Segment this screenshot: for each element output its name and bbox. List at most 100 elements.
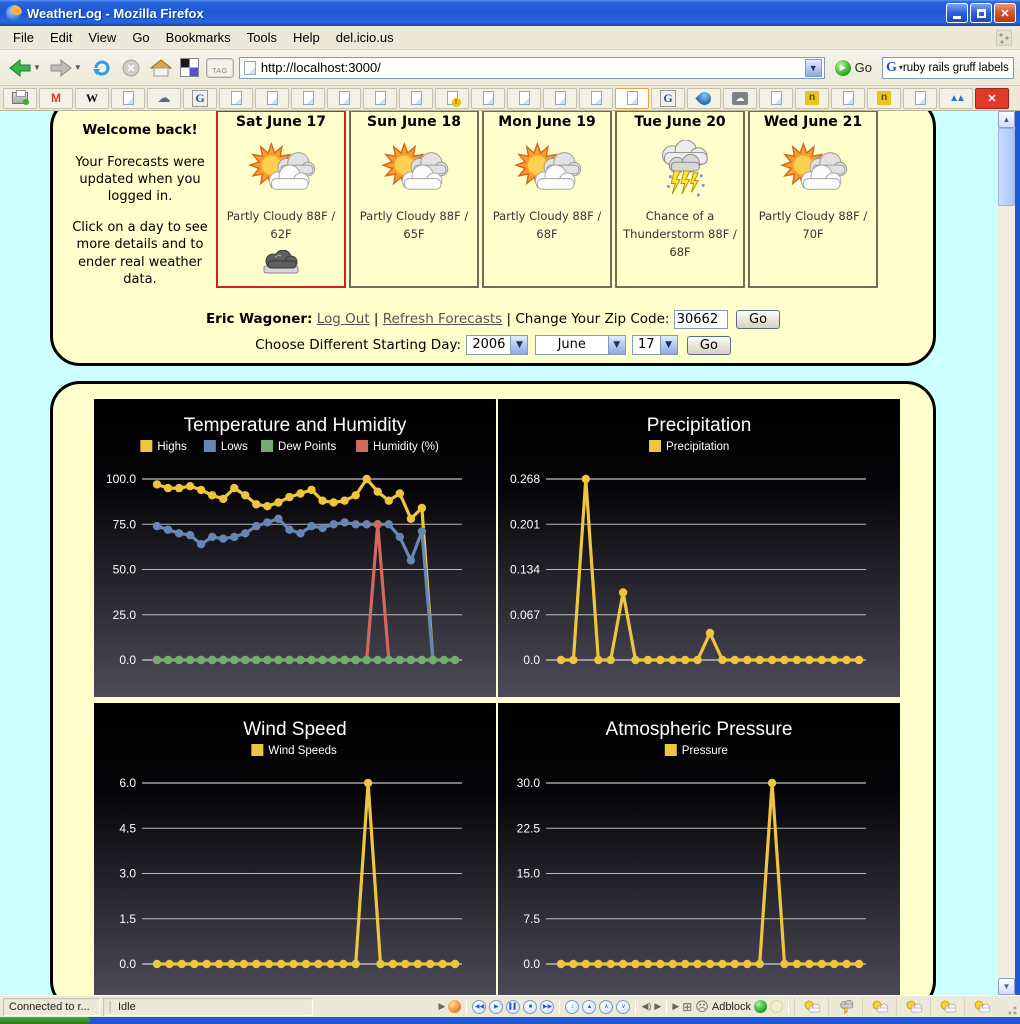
- scroll-down-button[interactable]: ▼: [998, 978, 1015, 995]
- maximize-button[interactable]: [970, 3, 992, 23]
- bookmark-drupal[interactable]: [687, 88, 721, 109]
- logout-link[interactable]: Log Out: [317, 311, 370, 327]
- search-input[interactable]: [903, 62, 1010, 74]
- extension-checker-button[interactable]: [178, 53, 201, 83]
- day-card-sun-june-18[interactable]: Sun June 18 Partly Cloudy 88F / 65F: [349, 111, 479, 288]
- bookmark-google[interactable]: G: [183, 88, 217, 109]
- collapse-icon[interactable]: ∧: [599, 1000, 613, 1014]
- volume-icon[interactable]: ◀): [641, 1001, 651, 1012]
- start-day-go-button[interactable]: Go: [687, 336, 731, 355]
- media-prev-button[interactable]: ◀◀: [472, 1000, 486, 1014]
- bookmark-mountains[interactable]: ▲▲: [939, 88, 973, 109]
- adblock-status-icon[interactable]: [754, 1000, 767, 1013]
- zip-code-input[interactable]: [674, 310, 728, 329]
- stop-button[interactable]: ✕: [118, 53, 144, 83]
- media-pause-button[interactable]: ▌▌: [506, 1000, 520, 1014]
- eject-icon[interactable]: ▲: [582, 1000, 596, 1014]
- media-next-button[interactable]: ▶▶: [540, 1000, 554, 1014]
- vertical-scrollbar[interactable]: ▲ ▼: [998, 111, 1015, 995]
- bookmark-page[interactable]: [111, 88, 145, 109]
- bookmark-page[interactable]: [507, 88, 541, 109]
- volume-expand-icon[interactable]: ▶: [654, 1001, 661, 1012]
- day-card-wed-june-21[interactable]: Wed June 21 Partly Cloudy 88F / 70F: [748, 111, 878, 288]
- forward-dropdown-icon[interactable]: ▼: [74, 63, 82, 72]
- bookmark-page[interactable]: [219, 88, 253, 109]
- minimize-button[interactable]: [946, 3, 968, 23]
- forecastfox-partly-cloudy[interactable]: [930, 998, 964, 1016]
- google-icon: G: [660, 90, 675, 107]
- scroll-thumb[interactable]: [998, 128, 1015, 206]
- svg-text:0.268: 0.268: [510, 472, 540, 486]
- foxytunes-expand-icon[interactable]: ▶: [439, 1001, 446, 1012]
- bookmark-page[interactable]: [579, 88, 613, 109]
- menu-file[interactable]: File: [6, 27, 41, 48]
- day-card-sat-june-17[interactable]: Sat June 17 Partly Cloudy 88F / 62F: [216, 111, 346, 288]
- bookmark-page[interactable]: [471, 88, 505, 109]
- playlist-icon[interactable]: ♪: [565, 1000, 579, 1014]
- back-dropdown-icon[interactable]: ▼: [33, 63, 41, 72]
- bookmark-gmail[interactable]: M: [39, 88, 73, 109]
- bookmark-cloud[interactable]: ☁: [147, 88, 181, 109]
- close-button[interactable]: ✕: [994, 3, 1016, 23]
- bookmark-n-badge[interactable]: n: [867, 88, 901, 109]
- search-box[interactable]: G ▾: [882, 57, 1014, 79]
- bookmark-page-badge[interactable]: [435, 88, 469, 109]
- bookmark-wikipedia[interactable]: W: [75, 88, 109, 109]
- arrow-icon[interactable]: ▶: [672, 1001, 679, 1012]
- bookmark-selected-page[interactable]: [615, 88, 649, 109]
- delicious-tag-button[interactable]: TAG: [205, 53, 235, 83]
- refresh-forecasts-link[interactable]: Refresh Forecasts: [383, 311, 502, 327]
- bookmark-page[interactable]: [363, 88, 397, 109]
- menu-del-icio-us[interactable]: del.icio.us: [329, 27, 401, 48]
- day-card-tue-june-20[interactable]: Tue June 20 Chance of a Thunderstorm 88F…: [615, 111, 745, 288]
- forecastfox-partly-cloudy[interactable]: [964, 998, 998, 1016]
- menu-view[interactable]: View: [81, 27, 123, 48]
- bookmark-page[interactable]: [903, 88, 937, 109]
- reload-button[interactable]: [88, 53, 114, 83]
- error-console-icon[interactable]: ☹: [695, 999, 709, 1015]
- scroll-up-button[interactable]: ▲: [998, 111, 1015, 128]
- menu-tools[interactable]: Tools: [240, 27, 284, 48]
- home-button[interactable]: [148, 53, 174, 83]
- zip-go-button[interactable]: Go: [736, 310, 780, 329]
- bookmark-page[interactable]: [831, 88, 865, 109]
- bookmark-n-badge[interactable]: n: [795, 88, 829, 109]
- url-dropdown-icon[interactable]: ▼: [805, 59, 822, 77]
- day-card-mon-june-19[interactable]: Mon June 19 Partly Cloudy 88F / 68F: [482, 111, 612, 288]
- forecastfox-partly-cloudy[interactable]: [862, 998, 896, 1016]
- bookmark-page[interactable]: [327, 88, 361, 109]
- bookmark-close[interactable]: ✕: [975, 88, 1009, 109]
- bookmark-page[interactable]: [291, 88, 325, 109]
- address-bar[interactable]: ▼: [239, 57, 825, 79]
- menu-edit[interactable]: Edit: [43, 27, 79, 48]
- expand-icon[interactable]: ∨: [616, 1000, 630, 1014]
- window-panel-icon[interactable]: ⊞: [682, 1000, 692, 1014]
- bookmark-printer[interactable]: [3, 88, 37, 109]
- forecastfox-partly-cloudy[interactable]: [794, 998, 828, 1016]
- bookmark-page[interactable]: [399, 88, 433, 109]
- forecastfox-thunderstorm[interactable]: [828, 998, 862, 1016]
- forecastfox-partly-cloudy[interactable]: [896, 998, 930, 1016]
- bookmark-google[interactable]: G: [651, 88, 685, 109]
- foxytunes-logo-icon[interactable]: [448, 1000, 461, 1013]
- bookmark-page[interactable]: [255, 88, 289, 109]
- media-stop-button[interactable]: ■: [523, 1000, 537, 1014]
- forward-button[interactable]: ▼: [47, 53, 84, 83]
- adblock-label[interactable]: Adblock: [712, 1001, 751, 1013]
- media-play-button[interactable]: ▶: [489, 1000, 503, 1014]
- bookmark-page[interactable]: [543, 88, 577, 109]
- day-select[interactable]: 17▼: [632, 335, 678, 355]
- year-select[interactable]: 2006▼: [466, 335, 528, 355]
- menu-help[interactable]: Help: [286, 27, 327, 48]
- go-button[interactable]: ▶ Go: [829, 60, 878, 76]
- menu-go[interactable]: Go: [125, 27, 156, 48]
- bookmark-page[interactable]: [759, 88, 793, 109]
- menu-bookmarks[interactable]: Bookmarks: [159, 27, 238, 48]
- scroll-track[interactable]: [998, 128, 1015, 978]
- back-button[interactable]: ▼: [6, 53, 43, 83]
- bookmark-cloud-gray[interactable]: ☁: [723, 88, 757, 109]
- zip-label: Change Your Zip Code:: [515, 311, 669, 327]
- url-input[interactable]: [261, 60, 805, 75]
- resize-grip[interactable]: [1005, 1003, 1018, 1016]
- month-select[interactable]: June▼: [535, 335, 626, 355]
